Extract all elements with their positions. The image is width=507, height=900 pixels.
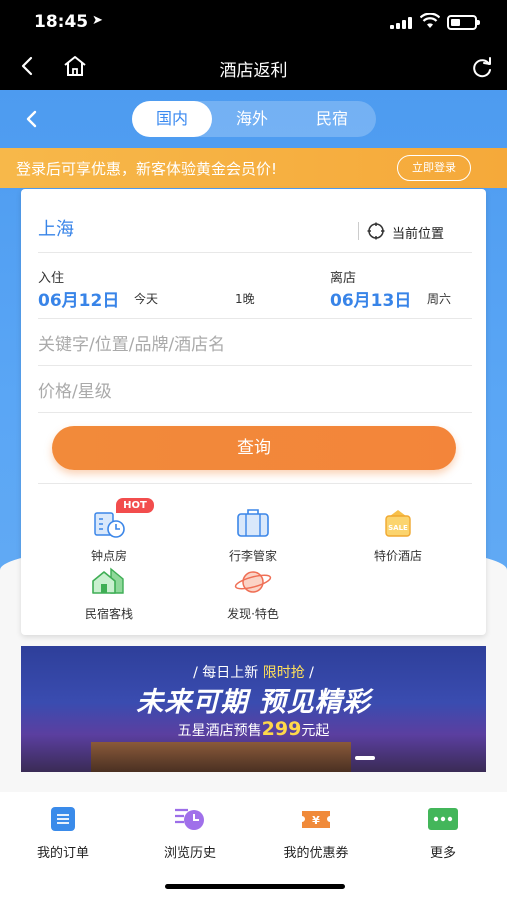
coupon-symbol: ¥ bbox=[312, 814, 320, 827]
checkin-date[interactable]: 06月12日 bbox=[38, 286, 119, 311]
tab-more[interactable]: 更多 bbox=[393, 806, 493, 861]
tab-browse-history[interactable]: 浏览历史 bbox=[140, 806, 240, 861]
banner-tagline-prefix: / 每日上新 bbox=[193, 665, 263, 681]
region-tabs: 国内 海外 民宿 bbox=[132, 101, 376, 137]
banner-headline: 未来可期 预见精彩 bbox=[136, 687, 371, 718]
city-selector[interactable]: 上海 bbox=[38, 215, 74, 241]
tab-my-coupons[interactable]: ¥ 我的优惠券 bbox=[266, 806, 366, 861]
divider bbox=[38, 483, 472, 484]
sale-tag-icon: SALE bbox=[385, 510, 411, 537]
tab-label: 浏览历史 bbox=[163, 846, 216, 861]
divider bbox=[38, 318, 472, 319]
status-bar: 18:45 ➤ bbox=[0, 0, 507, 44]
service-label: 行李管家 bbox=[228, 549, 277, 563]
banner-tagline-suffix: / bbox=[304, 665, 314, 681]
tab-homestay[interactable]: 民宿 bbox=[292, 101, 372, 137]
nav-bar: 酒店返利 bbox=[0, 44, 507, 90]
checkin-label: 入住 bbox=[38, 271, 65, 286]
home-indicator[interactable] bbox=[165, 884, 345, 889]
divider bbox=[38, 412, 472, 413]
tab-label: 更多 bbox=[429, 846, 456, 861]
service-label: 钟点房 bbox=[90, 549, 127, 563]
divider bbox=[358, 222, 359, 240]
service-homestay-inn[interactable]: 民宿客栈 bbox=[64, 565, 154, 622]
keyword-input[interactable]: 关键字/位置/品牌/酒店名 bbox=[38, 330, 225, 355]
service-special-hotel[interactable]: SALE 特价酒店 bbox=[353, 507, 443, 564]
carousel-indicator bbox=[355, 756, 375, 760]
battery-icon bbox=[447, 15, 480, 30]
banner-tagline-highlight: 限时抢 bbox=[262, 665, 305, 681]
service-label: 民宿客栈 bbox=[84, 607, 133, 621]
refresh-icon[interactable] bbox=[470, 56, 494, 78]
checkout-label: 离店 bbox=[330, 271, 357, 286]
coupon-icon: ¥ bbox=[302, 811, 330, 828]
header-back-icon[interactable] bbox=[22, 109, 42, 129]
cellular-signal-icon bbox=[390, 17, 412, 29]
page-title: 酒店返利 bbox=[219, 61, 288, 81]
banner-tagline: / 每日上新 限时抢 / bbox=[21, 662, 486, 682]
luggage-icon bbox=[237, 509, 269, 537]
service-label: 特价酒店 bbox=[373, 549, 422, 563]
tab-label: 我的优惠券 bbox=[283, 846, 349, 861]
bottom-tab-bar: 我的订单 浏览历史 ¥ 我的优惠券 更多 bbox=[0, 792, 507, 868]
nights-count: 1晚 bbox=[235, 292, 255, 306]
more-icon bbox=[428, 808, 458, 830]
locate-icon[interactable] bbox=[367, 222, 385, 240]
sale-text: SALE bbox=[388, 524, 408, 532]
location-arrow-icon: ➤ bbox=[92, 13, 103, 28]
search-button[interactable]: 查询 bbox=[52, 426, 456, 470]
status-time: 18:45 bbox=[34, 12, 89, 32]
hot-badge: HOT bbox=[116, 498, 154, 513]
promo-text: 登录后可享优惠，新客体验黄金会员价! bbox=[16, 160, 278, 178]
login-now-button[interactable]: 立即登录 bbox=[397, 155, 471, 181]
checkout-day: 周六 bbox=[427, 292, 452, 306]
banner-presale-prefix: 五星酒店预售 bbox=[177, 723, 262, 739]
price-star-input[interactable]: 价格/星级 bbox=[38, 377, 112, 402]
banner-presale: 五星酒店预售299元起 bbox=[21, 718, 486, 740]
service-label: 发现·特色 bbox=[227, 607, 279, 621]
hotel-search-card: 上海 当前位置 入住 06月12日 今天 1晚 离店 06月13日 周六 关键字… bbox=[21, 189, 486, 635]
wifi-icon bbox=[420, 13, 440, 28]
service-hourly-room[interactable]: 钟点房 bbox=[64, 507, 154, 564]
divider bbox=[38, 365, 472, 366]
service-discover[interactable]: 发现·特色 bbox=[208, 565, 298, 622]
checkout-date[interactable]: 06月13日 bbox=[330, 286, 411, 311]
checkin-day: 今天 bbox=[134, 292, 159, 306]
banner-building-image bbox=[91, 742, 351, 772]
hotel-rebate-page: 18:45 ➤ 酒店返利 国内 海外 民宿 登录后可享优惠，新客体验黄金会员价!… bbox=[0, 0, 507, 900]
house-icon bbox=[92, 567, 124, 594]
planet-icon bbox=[234, 571, 272, 593]
order-list-icon bbox=[51, 807, 75, 831]
divider bbox=[38, 252, 472, 253]
tab-overseas[interactable]: 海外 bbox=[212, 101, 292, 137]
current-location-button[interactable]: 当前位置 bbox=[392, 223, 444, 242]
tab-domestic[interactable]: 国内 bbox=[132, 101, 212, 137]
banner-presale-suffix: 元起 bbox=[301, 723, 330, 739]
login-promo-bar: 登录后可享优惠，新客体验黄金会员价! 立即登录 bbox=[0, 148, 507, 188]
tab-label: 我的订单 bbox=[36, 846, 89, 861]
banner-price: 299 bbox=[261, 718, 302, 740]
history-icon bbox=[175, 808, 204, 830]
promo-banner[interactable]: / 每日上新 限时抢 / 未来可期 预见精彩 五星酒店预售299元起 bbox=[21, 646, 486, 772]
tab-my-orders[interactable]: 我的订单 bbox=[13, 806, 113, 861]
service-luggage[interactable]: 行李管家 bbox=[208, 507, 298, 564]
